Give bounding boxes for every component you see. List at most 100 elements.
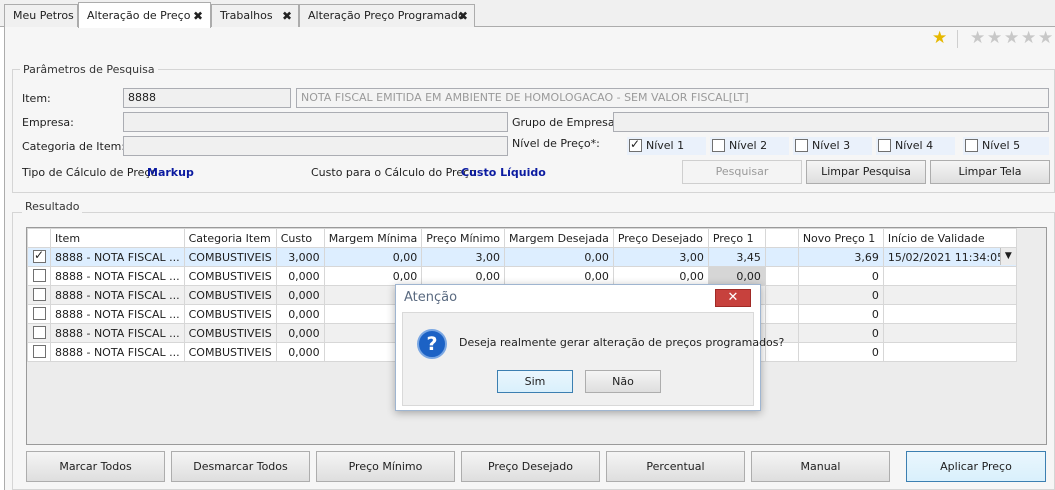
novo-preco-1-cell[interactable]: 0 [797,285,884,305]
col-header-margem-minima[interactable]: Margem Mínima [323,228,423,248]
nivel-1-option[interactable]: Nível 1 [627,137,706,155]
preco-minimo-cell[interactable]: 3,00 [421,247,506,267]
nivel-4-checkbox[interactable] [878,139,891,152]
novo-preco-1-cell[interactable]: 0 [797,304,884,324]
nivel-2-option[interactable]: Nível 2 [710,137,789,155]
margem-minima-cell[interactable]: 0,00 [323,247,423,267]
col-header-inicio-validade[interactable]: Início de Validade [882,228,1017,248]
nivel-5-option[interactable]: Nível 5 [963,137,1049,155]
grupo-empresas-field[interactable] [613,112,1049,132]
pesquisar-button[interactable]: Pesquisar [682,160,802,184]
novo-preco-1-cell[interactable]: 3,69 [797,247,884,267]
inicio-validade-cell[interactable] [882,285,1017,305]
categoria-cell: COMBUSTIVEIS [183,323,277,343]
close-icon[interactable]: ✖ [282,5,292,27]
col-header-custo[interactable]: Custo [275,228,325,248]
close-icon[interactable]: ✕ [715,289,751,307]
desmarcar-todos-button[interactable]: Desmarcar Todos [171,451,310,482]
col-header-preco-minimo[interactable]: Preço Mínimo [421,228,506,248]
preco-desejado-button[interactable]: Preço Desejado [461,451,600,482]
col-header-blank[interactable] [764,228,799,248]
row-select-cell[interactable] [27,342,51,362]
nao-button[interactable]: Não [585,370,661,393]
categoria-item-field[interactable] [123,136,508,156]
custo-calculo-label: Custo para o Cálculo do Preço [311,166,476,179]
nivel-3-option[interactable]: Nível 3 [793,137,872,155]
nivel-2-checkbox[interactable] [712,139,725,152]
margem-minima-cell[interactable]: 0,00 [323,266,423,286]
row-checkbox[interactable] [33,345,46,358]
inicio-validade-cell[interactable]: 15/02/2021 11:34:05 ▼ [882,247,1017,267]
col-header-preco-desejado[interactable]: Preço Desejado [612,228,709,248]
close-icon[interactable]: ✖ [193,3,203,29]
row-select-cell[interactable] [27,266,51,286]
close-icon[interactable]: ✖ [458,5,468,27]
inicio-validade-cell[interactable] [882,342,1017,362]
novo-preco-1-cell[interactable]: 0 [797,323,884,343]
custo-cell: 0,000 [275,323,325,343]
tipo-calculo-label: Tipo de Cálculo de Preço [22,166,158,179]
dialog-body: ? Deseja realmente gerar alteração de pr… [402,312,784,406]
nivel-3-label: Nível 3 [812,139,851,152]
sim-button[interactable]: Sim [497,370,573,393]
star-empty-icon[interactable]: ★ [1038,28,1053,48]
star-empty-icon[interactable]: ★ [987,28,1002,48]
novo-preco-1-cell[interactable]: 0 [797,342,884,362]
row-select-cell[interactable] [27,323,51,343]
aplicar-preco-button[interactable]: Aplicar Preço [906,451,1046,482]
question-icon: ? [417,329,447,359]
row-checkbox[interactable] [33,307,46,320]
nivel-5-checkbox[interactable] [965,139,978,152]
inicio-validade-cell[interactable] [882,323,1017,343]
confirm-dialog: Atenção ✕ ? Deseja realmente gerar alter… [395,284,784,411]
nivel-4-option[interactable]: Nível 4 [876,137,955,155]
limpar-tela-button[interactable]: Limpar Tela [930,160,1050,184]
star-empty-icon[interactable]: ★ [1004,28,1019,48]
preco-minimo-cell[interactable]: 0,00 [421,266,506,286]
col-header-margem-desejada[interactable]: Margem Desejada [504,228,614,248]
inicio-validade-cell[interactable] [882,304,1017,324]
row-checkbox[interactable] [33,326,46,339]
row-select-cell[interactable] [27,304,51,324]
inicio-validade-cell[interactable] [882,266,1017,286]
row-select-cell[interactable] [27,247,51,267]
item-code-field[interactable]: 8888 [123,88,291,108]
star-filled-icon[interactable]: ★ [932,28,947,48]
col-header-select[interactable] [27,228,51,248]
manual-button[interactable]: Manual [751,451,890,482]
tab-alteracao-de-preco[interactable]: Alteração de Preço ✖ [78,2,211,28]
blank-cell [764,266,799,286]
row-select-cell[interactable] [27,285,51,305]
novo-preco-1-cell[interactable]: 0 [797,266,884,286]
empresa-field[interactable] [123,112,508,132]
percentual-button[interactable]: Percentual [606,451,745,482]
tab-label: Meu Petros [13,9,74,22]
nivel-3-checkbox[interactable] [795,139,808,152]
chevron-down-icon[interactable]: ▼ [999,248,1016,265]
preco-minimo-button[interactable]: Preço Mínimo [316,451,455,482]
col-header-item[interactable]: Item [50,228,185,248]
nivel-1-label: Nível 1 [646,139,685,152]
col-header-preco-1[interactable]: Preço 1 [707,228,766,248]
col-header-novo-preco-1[interactable]: Novo Preço 1 [797,228,884,248]
nivel-1-checkbox[interactable] [629,137,642,152]
tab-meu-petros[interactable]: Meu Petros [4,4,78,27]
table-row[interactable]: 8888 - NOTA FISCAL ... COMBUSTIVEIS 0,00… [27,266,1017,286]
marcar-todos-button[interactable]: Marcar Todos [26,451,165,482]
margem-desejada-cell[interactable]: 0,00 [504,266,614,286]
tab-trabalhos[interactable]: Trabalhos ✖ [211,4,299,27]
tab-alteracao-preco-programado[interactable]: Alteração Preço Programado ✖ [299,4,475,27]
tab-label: Alteração de Preço [87,9,191,22]
limpar-pesquisa-button[interactable]: Limpar Pesquisa [806,160,926,184]
margem-desejada-cell[interactable]: 0,00 [504,247,614,267]
star-empty-icon[interactable]: ★ [1021,28,1036,48]
row-checkbox[interactable] [33,288,46,301]
row-checkbox[interactable] [33,249,46,263]
search-params-title: Parâmetros de Pesquisa [20,63,158,76]
star-empty-icon[interactable]: ★ [970,28,985,48]
preco-desejado-cell[interactable]: 0,00 [612,266,709,286]
row-checkbox[interactable] [33,269,46,282]
table-row[interactable]: 8888 - NOTA FISCAL ... COMBUSTIVEIS 3,00… [27,247,1017,267]
preco-desejado-cell[interactable]: 3,00 [612,247,709,267]
col-header-categoria[interactable]: Categoria Item [183,228,277,248]
